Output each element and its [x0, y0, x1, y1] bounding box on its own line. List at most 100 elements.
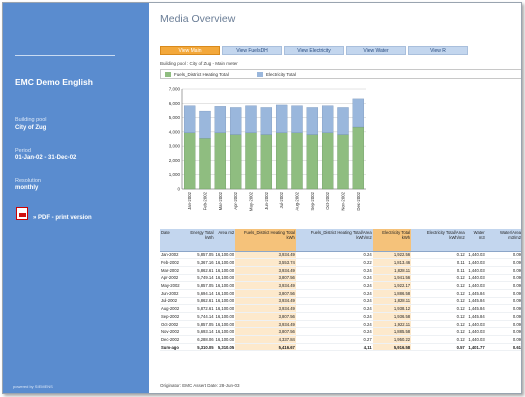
y-tick-label: 1,000 — [169, 172, 181, 177]
table-cell: 5,857.05 — [180, 320, 215, 329]
table-cell: 0.09 — [485, 281, 521, 290]
table-cell: 16,100.00 — [214, 304, 236, 313]
tab-view-r[interactable]: View R — [408, 46, 468, 55]
table-cell: 1,440.03 — [465, 281, 486, 290]
table-cell: 0.12 — [411, 335, 466, 344]
period-value: 01-Jan-02 - 31-Dec-02 — [15, 155, 77, 161]
bar-electricity — [183, 105, 196, 133]
table-cell: 1,941.56 — [372, 274, 412, 283]
column-header[interactable]: Electricity Total kWh — [372, 229, 412, 252]
chart-legend: Fuels_District Heating Total Electricity… — [160, 69, 521, 79]
table-cell: 1,938.12 — [372, 304, 412, 313]
tab-view-water[interactable]: View Water — [346, 46, 406, 55]
column-header[interactable]: Energy Total kWh — [180, 229, 215, 252]
bar-heating — [183, 132, 196, 190]
table-cell: 5,693.14 — [180, 327, 215, 337]
view-tabs: View Main View FuelsDH View Electricity … — [160, 46, 468, 55]
table-cell: 5,310.05 — [180, 342, 215, 352]
legend-item-heating: Fuels_District Heating Total — [165, 72, 229, 77]
table-cell: 0.12 — [411, 274, 466, 283]
table-cell: 0.09 — [485, 297, 521, 306]
table-cell: Jun-2002 — [160, 289, 181, 298]
table-cell: Sep-2002 — [160, 312, 181, 321]
table-cell: 5,367.16 — [180, 258, 215, 267]
bar-electricity — [337, 107, 349, 135]
table-cell: 0.09 — [485, 312, 521, 321]
table-cell: 16,100.00 — [214, 297, 236, 306]
table-cell: 5,749.14 — [180, 274, 215, 283]
table-cell: 1,440.03 — [465, 266, 486, 275]
tab-view-fuelsdh[interactable]: View FuelsDH — [222, 46, 282, 55]
bar-electricity — [245, 105, 257, 133]
table-row: Mar-2002 5,862.61 16,100.00 3,934.49 0.24 1,8… — [160, 266, 521, 275]
table-cell: 0.09 — [485, 258, 521, 267]
table-cell: Mar-2002 — [160, 266, 181, 275]
table-cell: 1,440.03 — [465, 320, 486, 329]
table-cell: 0.09 — [485, 335, 521, 344]
column-header[interactable]: Fuels_District Heating Total kWh — [235, 229, 296, 252]
table-cell: 1,440.03 — [465, 274, 486, 283]
bar-electricity — [275, 104, 288, 133]
column-header[interactable]: Water m3 — [465, 229, 486, 252]
pdf-icon[interactable] — [16, 207, 28, 220]
table-cell: Jan-2002 — [160, 251, 181, 260]
table-cell: 5,857.05 — [180, 251, 215, 260]
table-cell: 0.24 — [295, 289, 373, 298]
x-tick-label: Jun-2002 — [264, 191, 269, 210]
x-tick-label: Mar-2002 — [218, 191, 223, 210]
table-row: Jul-2002 5,862.61 16,100.00 3,934.49 0.24 1,8… — [160, 297, 521, 306]
column-header[interactable]: Date — [160, 229, 181, 252]
table-cell: 0.57 — [411, 342, 466, 352]
table-cell: 1,813.46 — [372, 258, 412, 267]
table-cell: 5,310.05 — [214, 342, 236, 352]
table-cell: 1,440.03 — [465, 251, 486, 260]
table-cell: 3,807.56 — [235, 312, 296, 321]
y-tick-label: 4,000 — [169, 129, 181, 134]
table-cell: 1,950.22 — [372, 335, 412, 344]
table-header-row: Date Energy Total kWh Area m2 Fuels_Distric… — [160, 229, 521, 252]
table-cell: 5,872.61 — [180, 304, 215, 313]
table-cell: 0.11 — [411, 258, 466, 267]
powered-by-text: powered by SIEMENS — [13, 384, 53, 389]
x-tick-label: Oct-2002 — [325, 191, 330, 209]
table-cell: 3,553.74 — [235, 258, 296, 267]
table-cell: 3,934.49 — [235, 281, 296, 290]
table-cell: 0.12 — [411, 304, 466, 313]
report-frame: EMC Demo English Building pool City of Z… — [2, 2, 522, 394]
bar-heating — [306, 134, 319, 190]
table-cell: 3,807.56 — [235, 274, 296, 283]
table-row: Jan-2002 5,857.05 16,100.00 3,934.49 0.24 1,9… — [160, 251, 521, 260]
table-cell: 0.24 — [295, 297, 373, 306]
table-cell: 5,744.14 — [180, 312, 215, 321]
table-cell: 3,934.49 — [235, 320, 296, 329]
bar-electricity — [214, 106, 227, 133]
table-cell: 0.24 — [295, 274, 373, 283]
table-cell: 1,885.58 — [372, 327, 412, 337]
tab-view-electricity[interactable]: View Electricity — [284, 46, 344, 55]
table-cell: 3,934.49 — [235, 304, 296, 313]
table-cell: 16,100.00 — [214, 266, 236, 275]
legend-swatch-electricity — [257, 72, 263, 77]
column-header[interactable]: Fuels_District Heating Total/Area kWh/m2 — [295, 229, 373, 252]
table-cell: 0.09 — [485, 320, 521, 329]
bar-heating — [337, 134, 349, 190]
building-value: City of Zug — [15, 125, 47, 131]
column-header[interactable]: Water/Area m3/m2 — [485, 229, 521, 252]
table-cell: 0.12 — [411, 320, 466, 329]
pdf-print-link[interactable]: » PDF - print version — [33, 215, 92, 221]
table-cell: 1,828.11 — [372, 297, 412, 306]
table-row: Apr-2002 5,749.14 16,100.00 3,807.56 0.24 1,9… — [160, 274, 521, 283]
column-header[interactable]: Electricity Total/Area kWh/m2 — [411, 229, 466, 252]
bar-heating — [291, 132, 303, 190]
table-cell: 3,934.49 — [235, 266, 296, 275]
table-cell: 4,11 — [295, 342, 373, 352]
x-tick-label: Jan-2002 — [187, 191, 192, 210]
column-header[interactable]: Area m2 — [214, 229, 236, 252]
stacked-bar-chart: 0 1,000 2,000 3,000 4,000 5,000 6,000 7,000 Jan-… — [169, 87, 366, 211]
bar-heating — [275, 132, 288, 190]
table-cell: 0.12 — [411, 251, 466, 260]
table-cell: 0.24 — [295, 266, 373, 275]
page-title: Media Overview — [160, 13, 236, 25]
table-cell: Feb-2002 — [160, 258, 181, 267]
tab-view-main[interactable]: View Main — [160, 46, 220, 55]
